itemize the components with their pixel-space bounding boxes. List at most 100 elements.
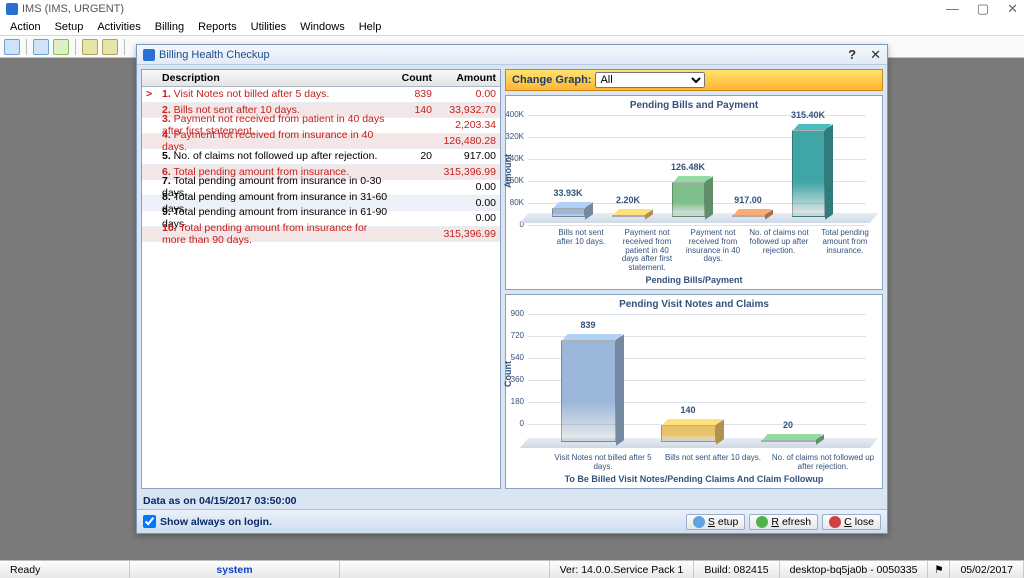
- help-icon[interactable]: ?: [848, 47, 856, 63]
- row-caret: [142, 139, 158, 143]
- toolbar-icon[interactable]: [82, 39, 98, 55]
- y-tick: 80K: [494, 198, 524, 207]
- x-category: Payment not received from insurance in 4…: [680, 229, 746, 273]
- chart-bar: 839: [561, 340, 616, 443]
- x-category: Visit Notes not billed after 5 days.: [548, 454, 658, 472]
- dialog-logo-icon: [143, 49, 155, 61]
- row-amount: 0.00: [436, 86, 500, 102]
- status-version: Ver: 14.0.0.Service Pack 1: [550, 561, 695, 578]
- y-tick: 160K: [494, 176, 524, 185]
- col-amount[interactable]: Amount: [436, 70, 500, 86]
- minimize-icon[interactable]: —: [946, 1, 959, 17]
- row-desc: 1. Visit Notes not billed after 5 days.: [158, 86, 392, 102]
- status-ready: Ready: [0, 561, 130, 578]
- x-category: Bills not sent after 10 days.: [548, 229, 614, 273]
- row-amount: 33,932.70: [436, 102, 500, 118]
- row-count: 839: [392, 86, 436, 102]
- menu-windows[interactable]: Windows: [294, 21, 351, 33]
- chart-bar: 2.20K: [612, 215, 645, 217]
- dialog-title: Billing Health Checkup: [159, 49, 270, 61]
- row-amount: 917.00: [436, 148, 500, 164]
- row-count: 20: [392, 148, 436, 164]
- table-row[interactable]: 4. Payment not received from insurance i…: [142, 134, 500, 150]
- change-graph-bar: Change Graph: All: [505, 69, 883, 91]
- bar-value-label: 33.93K: [553, 188, 582, 198]
- chart-title: Pending Bills and Payment: [630, 100, 758, 111]
- chart-bar: 315.40K: [792, 130, 825, 217]
- menu-billing[interactable]: Billing: [149, 21, 190, 33]
- main-title: IMS (IMS, URGENT): [22, 3, 124, 15]
- menu-help[interactable]: Help: [353, 21, 388, 33]
- row-count: [392, 123, 436, 127]
- row-caret: [142, 185, 158, 189]
- change-graph-label: Change Graph:: [512, 74, 591, 86]
- row-count: [392, 201, 436, 205]
- data-as-of: Data as on 04/15/2017 03:50:00: [137, 493, 887, 509]
- bar-value-label: 2.20K: [616, 195, 640, 205]
- gear-icon: [693, 516, 705, 528]
- table-row[interactable]: 5. No. of claims not followed up after r…: [142, 149, 500, 165]
- row-count: [392, 216, 436, 220]
- y-tick: 240K: [494, 154, 524, 163]
- dialog-footer: Show always on login. Setup Refresh Clos…: [137, 509, 887, 533]
- row-caret: [142, 170, 158, 174]
- dialog-close-icon[interactable]: ✕: [870, 47, 881, 63]
- bar-value-label: 20: [783, 420, 793, 430]
- show-always-input[interactable]: [143, 515, 156, 528]
- menu-action[interactable]: Action: [4, 21, 47, 33]
- col-count[interactable]: Count: [392, 70, 436, 86]
- toolbar-icon[interactable]: [102, 39, 118, 55]
- status-date: 05/02/2017: [950, 561, 1024, 578]
- row-count: [392, 185, 436, 189]
- status-bar: Ready system Ver: 14.0.0.Service Pack 1 …: [0, 560, 1024, 578]
- refresh-icon: [756, 516, 768, 528]
- refresh-button[interactable]: Refresh: [749, 514, 818, 530]
- row-amount: 315,396.99: [436, 226, 500, 242]
- status-user: system: [130, 561, 340, 578]
- col-description[interactable]: Description: [158, 70, 392, 86]
- row-amount: 0.00: [436, 210, 500, 226]
- chart-bar: 917.00: [732, 215, 765, 217]
- chart-plot-area: 080K160K240K320K400K33.93K2.20K126.48K91…: [528, 115, 887, 227]
- menu-activities[interactable]: Activities: [91, 21, 146, 33]
- close-icon[interactable]: ✕: [1007, 1, 1018, 17]
- menu-reports[interactable]: Reports: [192, 21, 243, 33]
- toolbar-icon[interactable]: [4, 39, 20, 55]
- app-logo-icon: [6, 3, 18, 15]
- setup-button[interactable]: Setup: [686, 514, 745, 530]
- row-count: [392, 139, 436, 143]
- y-tick: 320K: [494, 132, 524, 141]
- row-count: [392, 170, 436, 174]
- row-desc: 10. Total pending amount from insurance …: [158, 220, 392, 248]
- row-count: 140: [392, 102, 436, 118]
- toolbar-icon[interactable]: [53, 39, 69, 55]
- health-table: Description Count Amount >1. Visit Notes…: [141, 69, 501, 489]
- chart-plot-area: 018036054072090083914020: [528, 314, 887, 452]
- y-tick: 180: [494, 397, 524, 406]
- y-tick: 360: [494, 375, 524, 384]
- y-tick: 0: [494, 419, 524, 428]
- main-menubar: ActionSetupActivitiesBillingReportsUtili…: [0, 18, 1024, 36]
- change-graph-select[interactable]: All: [595, 72, 705, 88]
- menu-setup[interactable]: Setup: [49, 21, 90, 33]
- x-axis-label: Pending Bills/Payment: [645, 275, 742, 285]
- bar-value-label: 315.40K: [791, 110, 825, 120]
- status-host: desktop-bq5ja0b - 0050335: [780, 561, 929, 578]
- y-tick: 900: [494, 309, 524, 318]
- main-titlebar: IMS (IMS, URGENT) — ▢ ✕: [0, 0, 1024, 18]
- row-caret: [142, 108, 158, 112]
- chart-bar: 33.93K: [552, 208, 585, 217]
- table-row[interactable]: >1. Visit Notes not billed after 5 days.…: [142, 87, 500, 103]
- close-btn-icon: [829, 516, 841, 528]
- maximize-icon[interactable]: ▢: [977, 1, 989, 17]
- show-always-checkbox[interactable]: Show always on login.: [143, 515, 272, 528]
- toolbar-icon[interactable]: [33, 39, 49, 55]
- chart-pending-visits: Pending Visit Notes and ClaimsCount01803…: [505, 294, 883, 489]
- billing-health-dialog: Billing Health Checkup ? ✕ Description C…: [136, 44, 888, 534]
- x-axis-label: To Be Billed Visit Notes/Pending Claims …: [565, 474, 824, 484]
- table-row[interactable]: 10. Total pending amount from insurance …: [142, 227, 500, 243]
- close-button[interactable]: Close: [822, 514, 881, 530]
- menu-utilities[interactable]: Utilities: [245, 21, 292, 33]
- row-caret: [142, 216, 158, 220]
- row-caret: [142, 154, 158, 158]
